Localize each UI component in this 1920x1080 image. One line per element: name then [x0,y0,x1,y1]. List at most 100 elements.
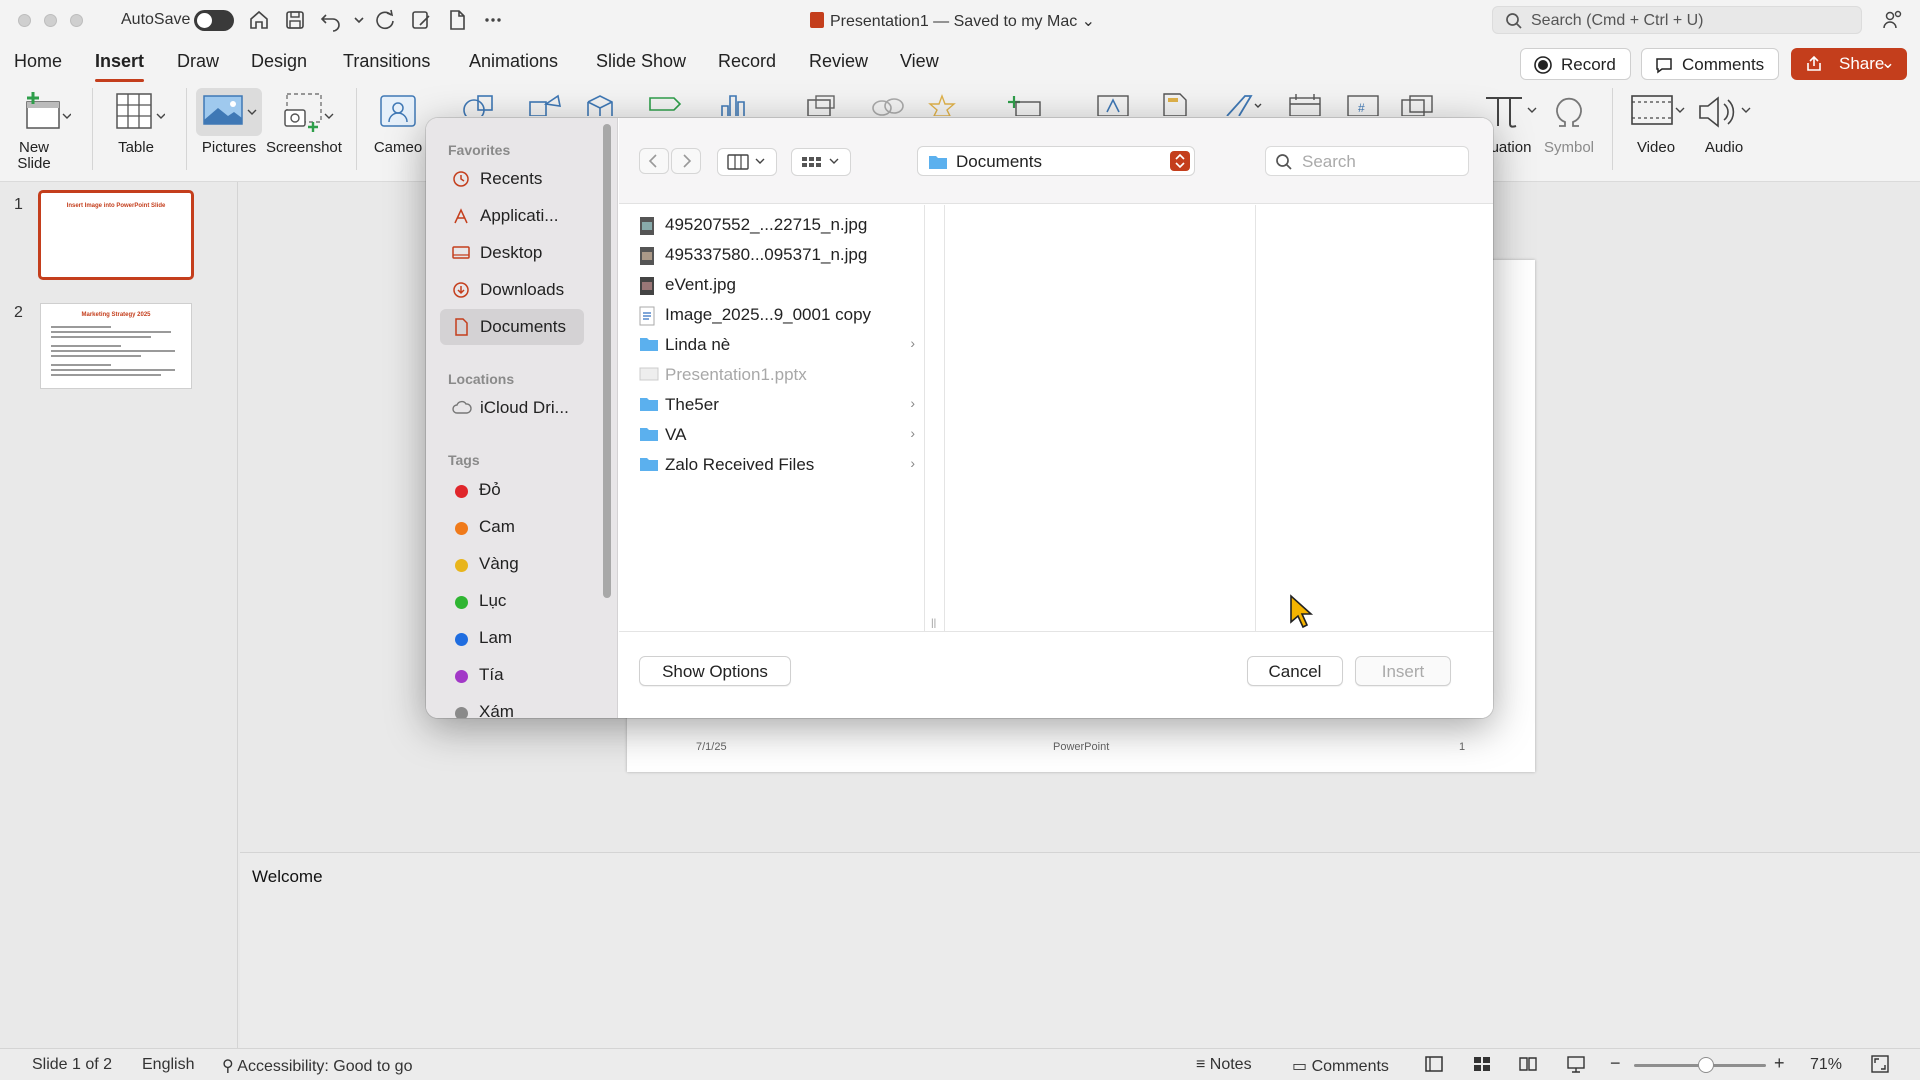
insert-button[interactable]: Insert [1355,656,1451,686]
undo-icon[interactable] [318,7,344,33]
columns-view-icon [727,154,765,170]
window-title[interactable]: Presentation1 — Saved to my Mac ⌄ [810,11,1095,31]
show-options-button[interactable]: Show Options [639,656,791,686]
tab-review[interactable]: Review [809,51,868,72]
link-button[interactable] [864,92,912,120]
tab-insert[interactable]: Insert [95,51,145,82]
file-row[interactable]: eVent.jpg [633,271,917,299]
record-button[interactable]: Record [1520,48,1631,80]
slide-thumbnail-1[interactable]: Insert Image into PowerPoint Slide [38,190,194,280]
file-row[interactable]: Image_2025...9_0001 copy [633,301,917,329]
accessibility-status[interactable]: ⚲ Accessibility: Good to go [222,1056,412,1076]
file-row[interactable]: 495207552_...22715_n.jpg [633,211,917,239]
zoom-window-button[interactable] [70,14,83,27]
tab-transitions[interactable]: Transitions [343,51,430,72]
location-popup[interactable]: Documents [917,146,1195,176]
folder-row[interactable]: Zalo Received Files › [633,451,917,479]
folder-row[interactable]: VA › [633,421,917,449]
chevron-right-icon: › [910,395,915,411]
audio-button[interactable]: Audio [1690,88,1758,156]
comments-toggle[interactable]: ▭ Comments [1292,1056,1389,1076]
fit-to-window-icon[interactable] [1870,1054,1890,1079]
pictures-button[interactable] [196,88,262,136]
save-as-template-icon[interactable] [408,7,434,33]
object-button[interactable] [1394,92,1442,120]
minimize-window-button[interactable] [44,14,57,27]
clock-icon [452,170,470,193]
notes-toggle[interactable]: ≡ Notes [1196,1056,1252,1074]
action-button[interactable] [918,92,966,120]
reading-view-icon[interactable] [1518,1054,1538,1079]
icons-button[interactable] [522,92,570,120]
zoom-level[interactable]: 71% [1810,1056,1842,1074]
dialog-search-input[interactable]: Search [1265,146,1469,176]
zoom-slider-handle[interactable] [1697,1057,1714,1073]
tab-slide-show[interactable]: Slide Show [596,51,686,72]
title-bar: AutoSave Presentation1 — Saved to my Mac… [0,0,1920,40]
video-button[interactable]: Video [1622,88,1690,156]
screenshot-button[interactable]: Screenshot [264,88,344,156]
share-button[interactable]: Share ⌄ [1791,48,1907,80]
new-slide-button[interactable]: New Slide [8,88,82,172]
file-row[interactable]: 495337580...095371_n.jpg [633,241,917,269]
sidebar-scrollbar[interactable] [603,124,611,598]
comments-button[interactable]: Comments [1641,48,1780,80]
normal-view-icon[interactable] [1424,1054,1444,1079]
cameo-label: Cameo [373,139,423,156]
tag-label: Lam [479,628,513,647]
language-indicator[interactable]: English [142,1056,194,1074]
slide-number-button[interactable]: # [1340,92,1388,120]
sidebar-item-downloads[interactable]: Downloads [440,272,584,308]
text-box-button[interactable] [1090,92,1138,120]
screenshot-icon [284,93,334,132]
zoom-slider[interactable] [1634,1057,1766,1073]
symbol-button[interactable]: Symbol [1540,88,1598,156]
back-button[interactable] [639,148,669,174]
cameo-button[interactable]: Cameo [362,88,434,156]
wordart-button[interactable] [1216,92,1266,120]
save-icon[interactable] [282,7,308,33]
sidebar-item-icloud-drive[interactable]: iCloud Dri... [440,390,584,426]
autosave-toggle[interactable] [194,10,234,31]
group-by-button[interactable] [791,148,851,176]
sidebar-item-applications[interactable]: Applicati... [440,198,584,234]
folder-row[interactable]: Linda nè › [633,331,917,359]
table-button[interactable]: Table [100,88,172,156]
cancel-button[interactable]: Cancel [1247,656,1343,686]
tab-design[interactable]: Design [251,51,307,72]
addins-button[interactable] [800,92,848,120]
tab-record[interactable]: Record [718,51,776,72]
header-footer-button[interactable] [1152,92,1200,120]
sidebar-item-documents[interactable]: Documents [440,309,584,345]
tab-home[interactable]: Home [14,51,62,72]
slide-sorter-icon[interactable] [1472,1054,1492,1079]
home-icon[interactable] [246,7,272,33]
more-icon[interactable] [480,7,506,33]
sidebar-item-recents[interactable]: Recents [440,161,584,197]
chart-button[interactable] [712,92,760,120]
new-comment-button[interactable] [1002,92,1050,120]
shapes-button[interactable] [456,92,504,120]
smartart-button[interactable] [642,92,690,120]
redo-icon[interactable] [372,7,398,33]
sidebar-item-desktop[interactable]: Desktop [440,235,584,271]
forward-button[interactable] [671,148,701,174]
folder-row[interactable]: The5er › [633,391,917,419]
share-people-icon[interactable] [1880,7,1906,33]
close-window-button[interactable] [18,14,31,27]
tab-animations[interactable]: Animations [469,51,558,72]
search-box[interactable]: Search (Cmd + Ctrl + U) [1492,6,1862,34]
undo-dropdown-icon[interactable] [346,7,364,33]
zoom-in-icon[interactable]: + [1774,1053,1785,1074]
slide-thumbnail-2[interactable]: Marketing Strategy 2025 [40,303,192,389]
date-time-button[interactable] [1282,92,1330,120]
notes-pane[interactable]: Welcome [240,852,1920,1048]
tab-view[interactable]: View [900,51,939,72]
new-document-icon[interactable] [444,7,470,33]
3d-models-button[interactable] [578,92,626,120]
zoom-out-icon[interactable]: − [1610,1053,1621,1074]
column-resize-handle[interactable]: || [931,618,936,629]
tab-draw[interactable]: Draw [177,51,219,72]
column-view-button[interactable] [717,148,777,176]
slide-show-icon[interactable] [1566,1054,1586,1079]
